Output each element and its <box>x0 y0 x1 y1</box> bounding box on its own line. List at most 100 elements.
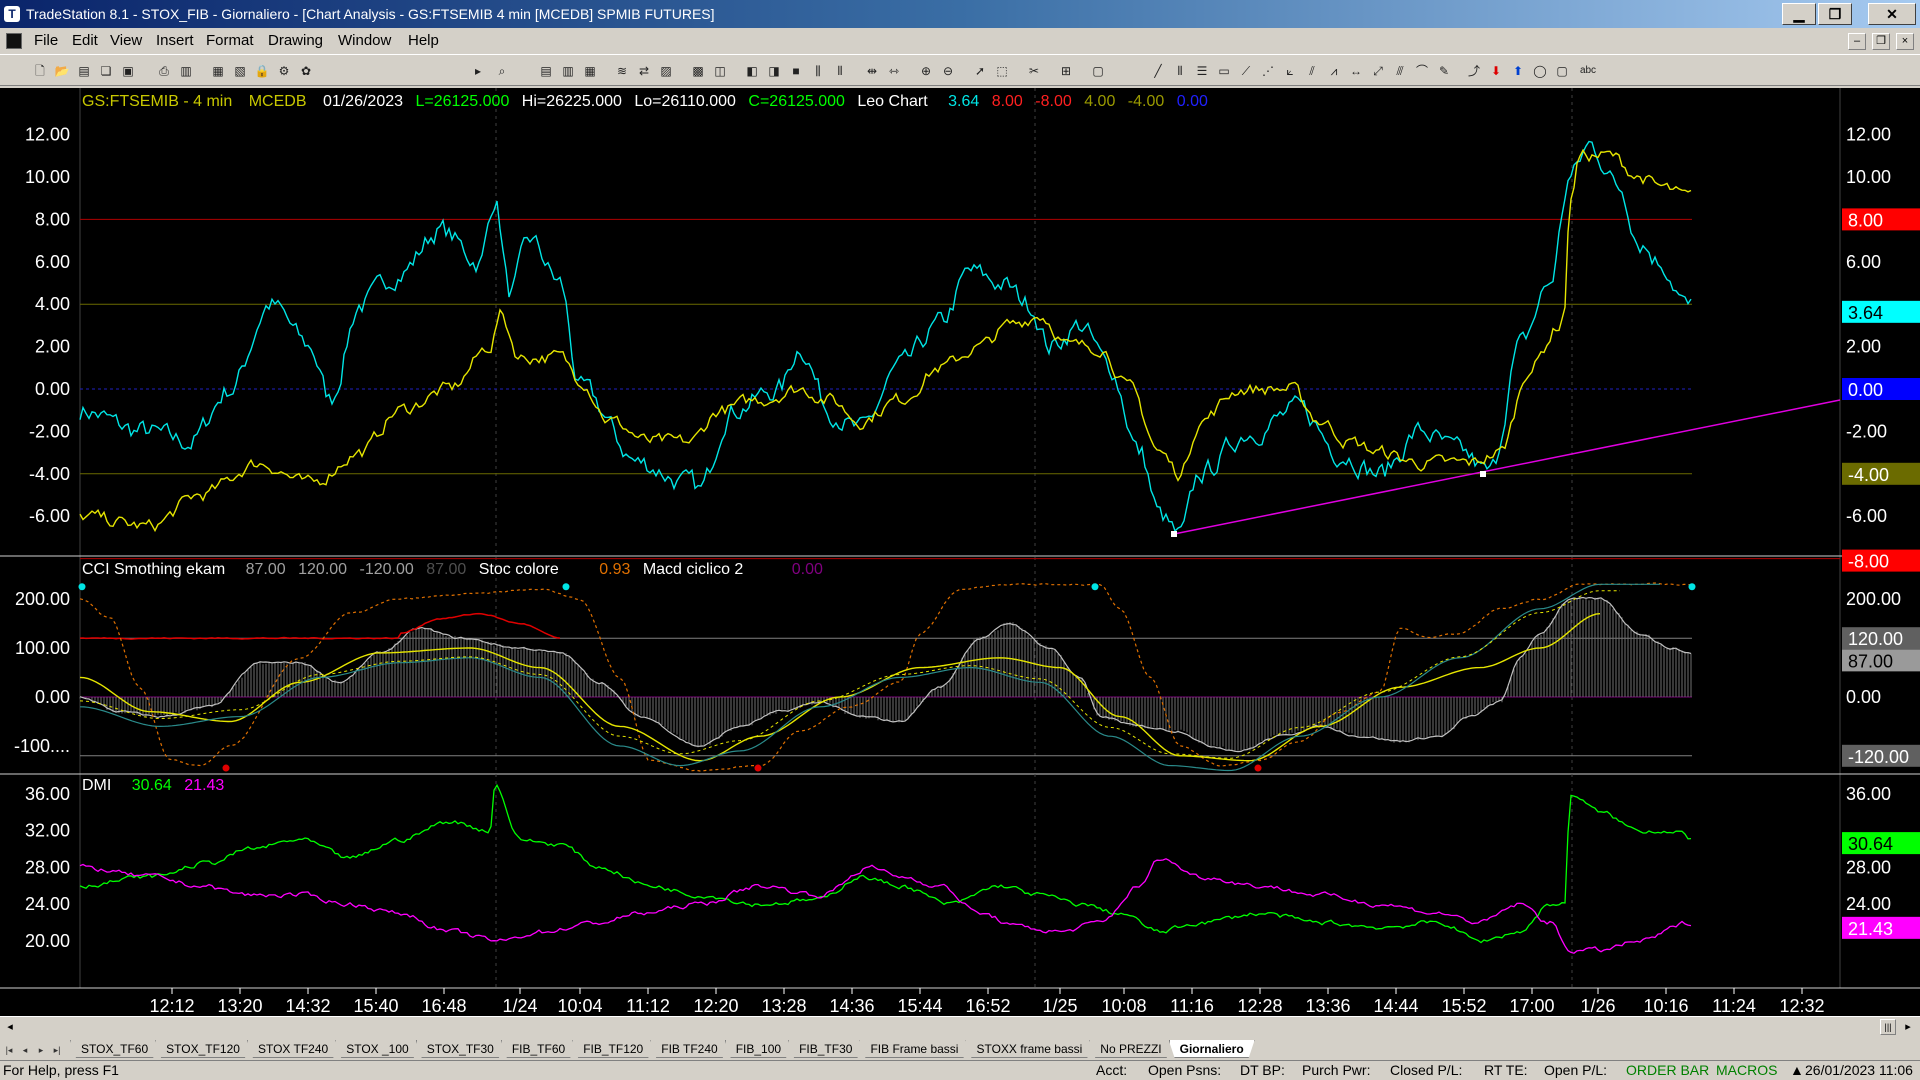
curve-icon[interactable]: ⤴ <box>1466 63 1482 79</box>
chart-canvas[interactable]: GS:FTSEMIB - 4 min MCEDB 01/26/2023 L=26… <box>0 88 1920 1016</box>
tools-icon[interactable]: ✂ <box>1026 63 1042 79</box>
order-bar-button[interactable]: ORDER BAR <box>1626 1061 1709 1080</box>
prev-tab-icon[interactable]: ◂ <box>18 1042 32 1058</box>
workspace-tab[interactable]: FIB_TF30 <box>788 1040 863 1058</box>
chart-icon-5[interactable]: ◫ <box>712 63 728 79</box>
minimize-button[interactable]: ▁ <box>1782 3 1816 25</box>
mdi-restore-button[interactable]: ❐ <box>1872 33 1890 50</box>
channel-icon[interactable]: ▭ <box>1216 63 1232 79</box>
chart-window-icon[interactable] <box>6 33 22 49</box>
last-tab-icon[interactable]: ▸| <box>50 1042 64 1058</box>
open-icon[interactable]: 📂 <box>54 63 70 79</box>
expand-icon[interactable]: ⇿ <box>886 63 902 79</box>
workspace-tab[interactable]: STOXX frame bassi <box>965 1040 1093 1058</box>
chart-area[interactable]: GS:FTSEMIB - 4 min MCEDB 01/26/2023 L=26… <box>0 88 1920 1016</box>
menu-window[interactable]: Window <box>334 28 395 54</box>
compress-icon[interactable]: ⇹ <box>864 63 880 79</box>
dmi-minus-line <box>79 858 1692 954</box>
maximize-button[interactable]: ❐ <box>1818 3 1852 25</box>
menu-edit[interactable]: Edit <box>68 28 102 54</box>
first-tab-icon[interactable]: |◂ <box>2 1042 16 1058</box>
mdi-close-button[interactable]: × <box>1896 33 1914 50</box>
workspace-tab[interactable]: FIB Frame bassi <box>859 1040 969 1058</box>
menu-format[interactable]: Format <box>202 28 258 54</box>
workspace-tab[interactable]: FIB TF240 <box>650 1040 728 1058</box>
scroll-right-icon[interactable]: ▸ <box>1900 1019 1916 1035</box>
arrow-lr-icon[interactable]: ↔ <box>1348 63 1364 79</box>
menu-insert[interactable]: Insert <box>152 28 198 54</box>
arrow-up-icon[interactable]: ⬆ <box>1510 63 1526 79</box>
workspace-tab[interactable]: FIB_TF120 <box>572 1040 654 1058</box>
chart-icon-1[interactable]: ≋ <box>614 63 630 79</box>
bar-chart-icon[interactable]: ⫼ <box>810 63 826 79</box>
new-icon[interactable]: 🗋 <box>32 63 48 79</box>
apps-icon[interactable]: ✿ <box>298 63 314 79</box>
symbol-lookup-icon[interactable]: ⌕ <box>494 63 510 79</box>
chart-icon-6[interactable]: ◧ <box>744 63 760 79</box>
fib-fan-icon[interactable]: ⟋ <box>1238 63 1254 79</box>
window-icon[interactable]: ▦ <box>210 63 226 79</box>
pointer-select-icon[interactable]: ⬚ <box>994 63 1010 79</box>
print-preview-icon[interactable]: ▥ <box>178 63 194 79</box>
workspace-icon[interactable]: ▧ <box>232 63 248 79</box>
horizontal-lines-icon[interactable]: ☰ <box>1194 63 1210 79</box>
close-button[interactable]: ✕ <box>1868 3 1916 25</box>
chart-icon-8[interactable]: ■ <box>788 63 804 79</box>
andrews-icon[interactable]: ⩘ <box>1326 63 1342 79</box>
horizontal-scrollbar[interactable]: ◂ ||| ▸ <box>0 1016 1920 1036</box>
workspace-tab[interactable]: Giornaliero <box>1169 1040 1255 1058</box>
lock-icon[interactable]: 🔒 <box>254 63 270 79</box>
regression-icon[interactable]: ⤢ <box>1370 63 1386 79</box>
trendline-anchor[interactable] <box>1480 471 1486 477</box>
scroll-left-icon[interactable]: ◂ <box>2 1019 18 1035</box>
zoom-out-icon[interactable]: ⊖ <box>940 63 956 79</box>
menu-help[interactable]: Help <box>404 28 443 54</box>
workspace-tab[interactable]: No PREZZI <box>1089 1040 1172 1058</box>
next-tab-icon[interactable]: ▸ <box>34 1042 48 1058</box>
macros-button[interactable]: MACROS <box>1716 1061 1777 1080</box>
paste-icon[interactable]: ▣ <box>120 63 136 79</box>
print-icon[interactable]: ⎙ <box>156 63 172 79</box>
menu-drawing[interactable]: Drawing <box>264 28 327 54</box>
menu-view[interactable]: View <box>106 28 146 54</box>
candle-icon[interactable]: ⫴ <box>832 63 848 79</box>
trendline-anchor[interactable] <box>1171 531 1177 537</box>
copy-icon[interactable]: ❏ <box>98 63 114 79</box>
insert-study-icon[interactable]: ⊞ <box>1058 63 1074 79</box>
rectangle-icon[interactable]: ▢ <box>1554 63 1570 79</box>
menu-file[interactable]: File <box>30 28 62 54</box>
workspace-tab[interactable]: STOX TF240 <box>247 1040 339 1058</box>
chart-icon-2[interactable]: ⇄ <box>636 63 652 79</box>
scroll-thumb[interactable]: ||| <box>1880 1019 1896 1035</box>
pointer-icon[interactable]: ➚ <box>972 63 988 79</box>
play-icon[interactable]: ▸ <box>470 63 486 79</box>
pencil-icon[interactable]: ✎ <box>1436 63 1452 79</box>
layout-icon-1[interactable]: ▤ <box>538 63 554 79</box>
mdi-minimize-button[interactable]: – <box>1848 33 1866 50</box>
zoom-in-icon[interactable]: ⊕ <box>918 63 934 79</box>
properties-icon[interactable]: ⚙ <box>276 63 292 79</box>
arrow-down-icon[interactable]: ⬇ <box>1488 63 1504 79</box>
workspace-tab[interactable]: STOX_TF120 <box>155 1040 251 1058</box>
trendline-icon[interactable]: ╱ <box>1150 63 1166 79</box>
workspace-tab[interactable]: STOX_TF30 <box>416 1040 505 1058</box>
workspace-tab[interactable]: STOX _100 <box>335 1040 419 1058</box>
gann-icon[interactable]: ⫽ <box>1304 63 1320 79</box>
fib-retrace-icon[interactable]: ⋰ <box>1260 63 1276 79</box>
ellipse-icon[interactable]: ◯ <box>1532 63 1548 79</box>
vertical-lines-icon[interactable]: ⦀ <box>1172 63 1188 79</box>
layout-icon-3[interactable]: ▦ <box>582 63 598 79</box>
x-axis-label: 16:52 <box>965 996 1010 1016</box>
chart-icon-7[interactable]: ◨ <box>766 63 782 79</box>
speed-line-icon[interactable]: ⟀ <box>1282 63 1298 79</box>
text-tool-icon[interactable]: abc <box>1576 63 1600 79</box>
chart-icon-4[interactable]: ▩ <box>690 63 706 79</box>
workspace-tab[interactable]: STOX_TF60 <box>70 1040 159 1058</box>
workspace-tab[interactable]: FIB_100 <box>725 1040 792 1058</box>
workspace-tab[interactable]: FIB_TF60 <box>501 1040 576 1058</box>
parallel-icon[interactable]: ⫻ <box>1392 63 1408 79</box>
chart-icon-3[interactable]: ▨ <box>658 63 674 79</box>
layout-icon-2[interactable]: ▥ <box>560 63 576 79</box>
arc-icon[interactable]: ⌒ <box>1414 63 1430 79</box>
save-icon[interactable]: ▤ <box>76 63 92 79</box>
